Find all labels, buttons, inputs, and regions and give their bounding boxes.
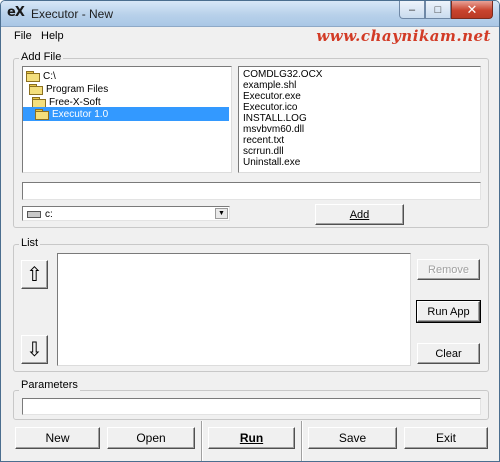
arrow-down-icon: ⇩ <box>26 338 43 361</box>
folder-icon <box>32 97 46 108</box>
move-down-button[interactable]: ⇩ <box>21 335 48 364</box>
folder-label: Executor 1.0 <box>52 108 109 120</box>
window-title: Executor - New <box>31 7 114 21</box>
file-item[interactable]: Uninstall.exe <box>243 157 300 168</box>
file-path-input[interactable] <box>22 182 481 200</box>
move-up-button[interactable]: ⇧ <box>21 260 48 289</box>
app-list[interactable] <box>57 253 411 366</box>
file-list[interactable]: COMDLG32.OCX example.shl Executor.exe Ex… <box>238 66 481 173</box>
title-bar[interactable]: eX Executor - New – □ ✕ <box>1 1 499 27</box>
list-group-title: List <box>19 237 41 249</box>
file-item[interactable]: example.shl <box>243 80 296 91</box>
folder-item-program-files[interactable]: Program Files <box>29 82 108 96</box>
folder-item-root[interactable]: C:\ <box>26 69 56 83</box>
folder-item-executor-selected[interactable]: Executor 1.0 <box>23 107 229 121</box>
run-button[interactable]: Run <box>208 427 295 449</box>
app-window: eX Executor - New – □ ✕ File Help www.ch… <box>0 0 500 462</box>
remove-button[interactable]: Remove <box>417 259 480 280</box>
folder-icon <box>26 71 40 82</box>
folder-label: Program Files <box>46 83 109 95</box>
file-item[interactable]: COMDLG32.OCX <box>243 69 322 80</box>
menu-file[interactable]: File <box>14 30 32 42</box>
run-app-button-label: Run App <box>427 305 470 318</box>
parameters-group-title: Parameters <box>19 379 80 391</box>
run-app-button[interactable]: Run App <box>416 300 481 323</box>
file-item[interactable]: scrrun.dll <box>243 146 284 157</box>
folder-label: C:\ <box>43 70 56 82</box>
new-button[interactable]: New <box>15 427 100 449</box>
new-button-label: New <box>45 431 70 445</box>
folder-tree[interactable]: C:\ Program Files Free-X-Soft Executor 1… <box>22 66 232 173</box>
chevron-down-icon[interactable]: ▼ <box>215 208 228 219</box>
add-button-label: Add <box>349 208 370 221</box>
open-button[interactable]: Open <box>107 427 195 449</box>
save-button[interactable]: Save <box>308 427 397 449</box>
menu-bar: File Help www.chaynikam.net <box>2 27 499 46</box>
parameters-input[interactable] <box>22 398 481 415</box>
file-item[interactable]: Executor.ico <box>243 102 297 113</box>
clear-button[interactable]: Clear <box>417 343 480 364</box>
file-item[interactable]: Executor.exe <box>243 91 301 102</box>
exit-button[interactable]: Exit <box>404 427 488 449</box>
add-file-group-title: Add File <box>19 51 64 63</box>
folder-icon <box>35 109 49 120</box>
folder-label: Free-X-Soft <box>49 96 101 108</box>
open-button-label: Open <box>136 431 166 445</box>
drive-select[interactable]: c: ▼ <box>22 206 230 221</box>
drive-select-value: c: <box>45 209 53 220</box>
remove-button-label: Remove <box>428 263 469 276</box>
save-button-label: Save <box>338 431 367 445</box>
folder-icon <box>29 84 43 95</box>
drive-icon <box>27 211 41 218</box>
file-item[interactable]: INSTALL.LOG <box>243 113 307 124</box>
menu-help[interactable]: Help <box>41 30 64 42</box>
arrow-up-icon: ⇧ <box>26 263 43 286</box>
clear-button-label: Clear <box>435 347 462 360</box>
run-button-label: Run <box>239 431 264 445</box>
close-button[interactable]: ✕ <box>451 1 493 19</box>
maximize-button[interactable]: □ <box>425 1 451 19</box>
file-item[interactable]: msvbvm60.dll <box>243 124 304 135</box>
minimize-button[interactable]: – <box>399 1 425 19</box>
file-item[interactable]: recent.txt <box>243 135 284 146</box>
watermark: www.chaynikam.net <box>316 27 491 45</box>
app-logo-icon: eX <box>7 5 25 20</box>
exit-button-label: Exit <box>435 431 456 445</box>
separator <box>201 421 203 461</box>
separator <box>301 421 303 461</box>
caption-buttons: – □ ✕ <box>399 1 493 19</box>
add-button[interactable]: Add <box>315 204 404 225</box>
